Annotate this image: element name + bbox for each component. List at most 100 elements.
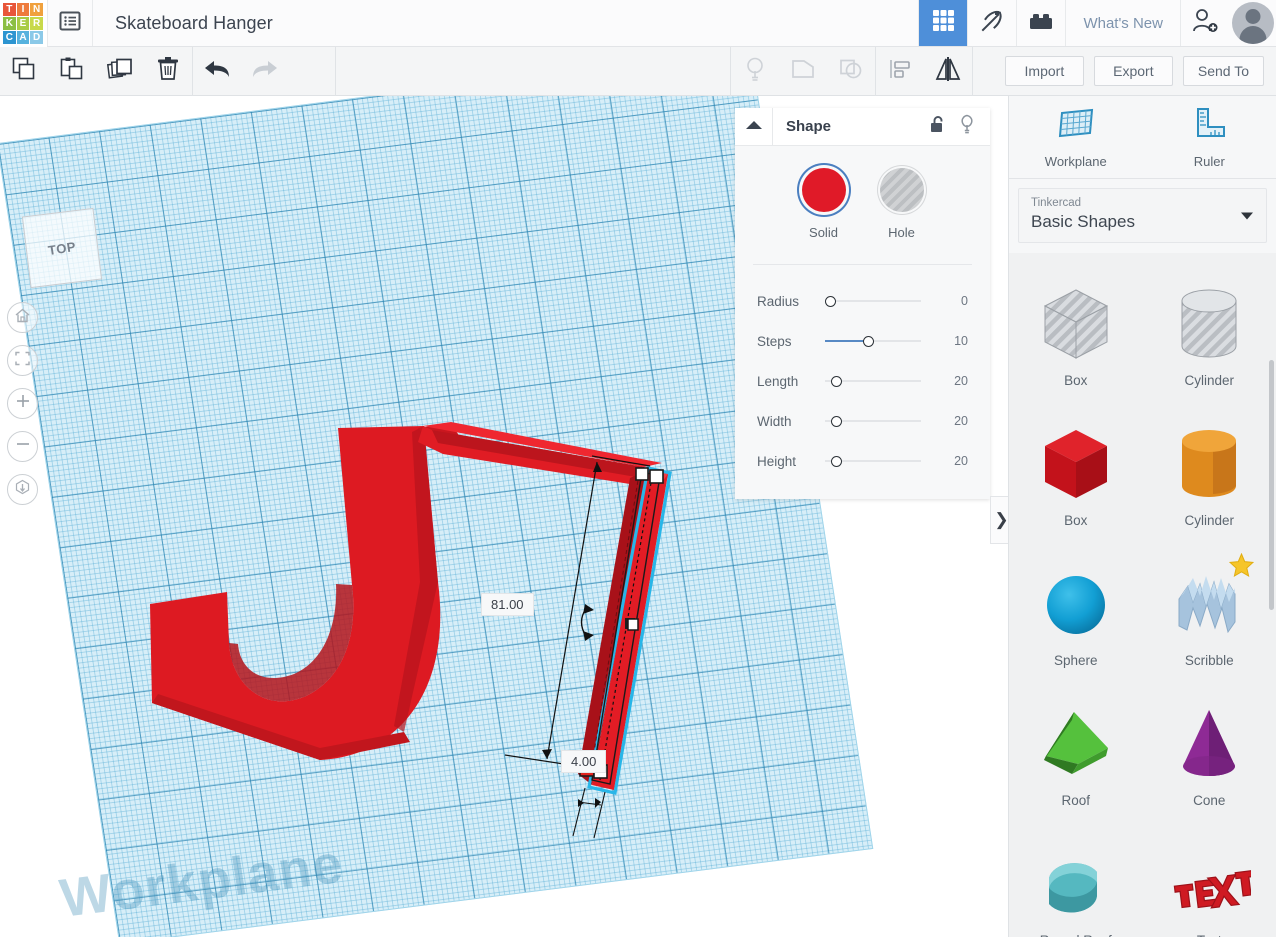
align-button[interactable] [876, 47, 924, 96]
logo-tile-e: E [16, 17, 30, 30]
slider-fill [825, 340, 868, 342]
chevron-right-icon: ❯ [994, 510, 1009, 529]
shape-label: Scribble [1184, 653, 1234, 668]
shape-row: Box Cylinder [1009, 271, 1276, 411]
logo-tile-k: K [3, 17, 16, 30]
shape-box-hole[interactable]: Box [1009, 271, 1143, 411]
group-button[interactable] [779, 47, 827, 96]
ungroup-button[interactable] [827, 47, 875, 96]
delete-button[interactable] [144, 47, 192, 96]
slider-value[interactable]: 10 [954, 334, 990, 348]
duplicate-button[interactable] [96, 47, 144, 96]
hole-swatch[interactable] [879, 168, 924, 212]
slider-value[interactable]: 20 [954, 374, 990, 388]
user-avatar-button[interactable] [1229, 0, 1276, 46]
shape-label: Box [1064, 513, 1088, 528]
shape-cone[interactable]: Cone [1143, 691, 1276, 831]
blocks-tab[interactable] [1016, 0, 1066, 46]
invite-people-button[interactable] [1180, 0, 1229, 46]
logo-tile-i: I [16, 3, 30, 16]
send-to-button[interactable]: Send To [1182, 56, 1264, 86]
hole-label: Hole [888, 225, 915, 240]
slider-knob[interactable] [831, 455, 842, 467]
solid-option[interactable]: Solid [801, 168, 846, 240]
paste-button[interactable] [48, 47, 96, 96]
shape-panel-header: Shape [735, 107, 990, 146]
logo-tile-d: D [30, 31, 43, 44]
shape-panel-title: Shape [786, 118, 832, 135]
logo-tile-c: C [3, 31, 16, 44]
highlight-shape-button[interactable] [952, 114, 982, 139]
top-bar: TINKERCAD Skateboard Hanger What's New [0, 0, 1276, 47]
shape-sphere[interactable]: Sphere [1009, 551, 1143, 691]
redo-icon [250, 58, 280, 85]
shape-label: Cylinder [1184, 373, 1235, 388]
slider-track[interactable] [825, 374, 921, 388]
round-roof-icon [1035, 839, 1117, 931]
slider-knob[interactable] [831, 375, 842, 387]
shape-row: Sphere Scribble [1009, 551, 1276, 691]
lightbulb-button[interactable] [731, 47, 779, 96]
shape-round-roof[interactable]: Round Roof [1009, 831, 1143, 937]
slider-knob[interactable] [825, 295, 836, 307]
favorite-star-icon [1228, 552, 1255, 583]
main-menu-button[interactable] [47, 0, 93, 46]
solid-swatch[interactable] [801, 168, 846, 212]
collapse-panel-button[interactable] [735, 107, 773, 146]
shape-cylinder[interactable]: Cylinder [1143, 411, 1276, 551]
slider-label: Radius [757, 293, 800, 309]
redo-button[interactable] [241, 47, 289, 96]
zoom-in-button[interactable] [7, 388, 38, 419]
logo-tile-r: R [30, 17, 43, 30]
slider-value[interactable]: 0 [961, 294, 990, 308]
shape-cylinder-hole[interactable]: Cylinder [1143, 271, 1276, 411]
copy-button[interactable] [0, 47, 48, 96]
delete-trash-icon [156, 56, 180, 87]
shape-roof[interactable]: Roof [1009, 691, 1143, 831]
undo-button[interactable] [193, 47, 241, 96]
group-icon [790, 57, 816, 86]
slider-knob[interactable] [863, 335, 874, 347]
list-menu-icon [59, 10, 81, 37]
zoom-out-button[interactable] [7, 431, 38, 462]
slider-knob[interactable] [831, 415, 842, 427]
hole-option[interactable]: Hole [879, 168, 924, 240]
design-tab[interactable] [918, 0, 968, 46]
mirror-button[interactable] [924, 47, 972, 96]
home-view-button[interactable] [7, 302, 38, 333]
shape-inspector-panel: Shape Solid Hole Radius 0 Steps 10 Lengt… [735, 107, 990, 499]
shape-box[interactable]: Box [1009, 411, 1143, 551]
orthographic-toggle-button[interactable] [7, 474, 38, 505]
export-button[interactable]: Export [1093, 56, 1173, 86]
ruler-tool[interactable]: Ruler [1143, 96, 1276, 178]
lock-shape-button[interactable] [922, 115, 952, 139]
slider-track[interactable] [825, 414, 921, 428]
fit-to-view-button[interactable] [7, 345, 38, 376]
logo-tile-t: T [3, 3, 16, 16]
shapes-gallery[interactable]: Box Cylinder Box Cylinder Sphere Scribbl… [1009, 261, 1276, 937]
shape-scribble[interactable]: Scribble [1143, 551, 1276, 691]
fit-frame-icon [14, 350, 31, 372]
workplane-tool[interactable]: Workplane [1009, 96, 1143, 178]
library-selector[interactable]: Tinkercad Basic Shapes [1018, 188, 1267, 243]
undo-icon [202, 58, 232, 85]
toolbar-divider-5 [972, 46, 973, 96]
shape-label: Sphere [1053, 653, 1098, 668]
slider-track[interactable] [825, 334, 921, 348]
shape-text[interactable]: Text [1143, 831, 1276, 937]
slider-track[interactable] [825, 294, 921, 308]
toolbar-divider-2 [335, 46, 336, 96]
slider-value[interactable]: 20 [954, 454, 990, 468]
slider-track[interactable] [825, 454, 921, 468]
whats-new-link[interactable]: What's New [1065, 0, 1180, 46]
codeblocks-tab[interactable] [967, 0, 1017, 46]
view-cube[interactable]: TOP [21, 207, 103, 289]
shape-label: Cylinder [1184, 513, 1235, 528]
sidebar-scrollbar[interactable] [1269, 360, 1274, 610]
cylinder-hole-icon [1173, 279, 1245, 371]
import-button[interactable]: Import [1004, 56, 1084, 86]
slider-value[interactable]: 20 [954, 414, 990, 428]
tinkercad-logo[interactable]: TIN KER CAD [0, 0, 47, 47]
sphere-icon [1040, 559, 1112, 651]
